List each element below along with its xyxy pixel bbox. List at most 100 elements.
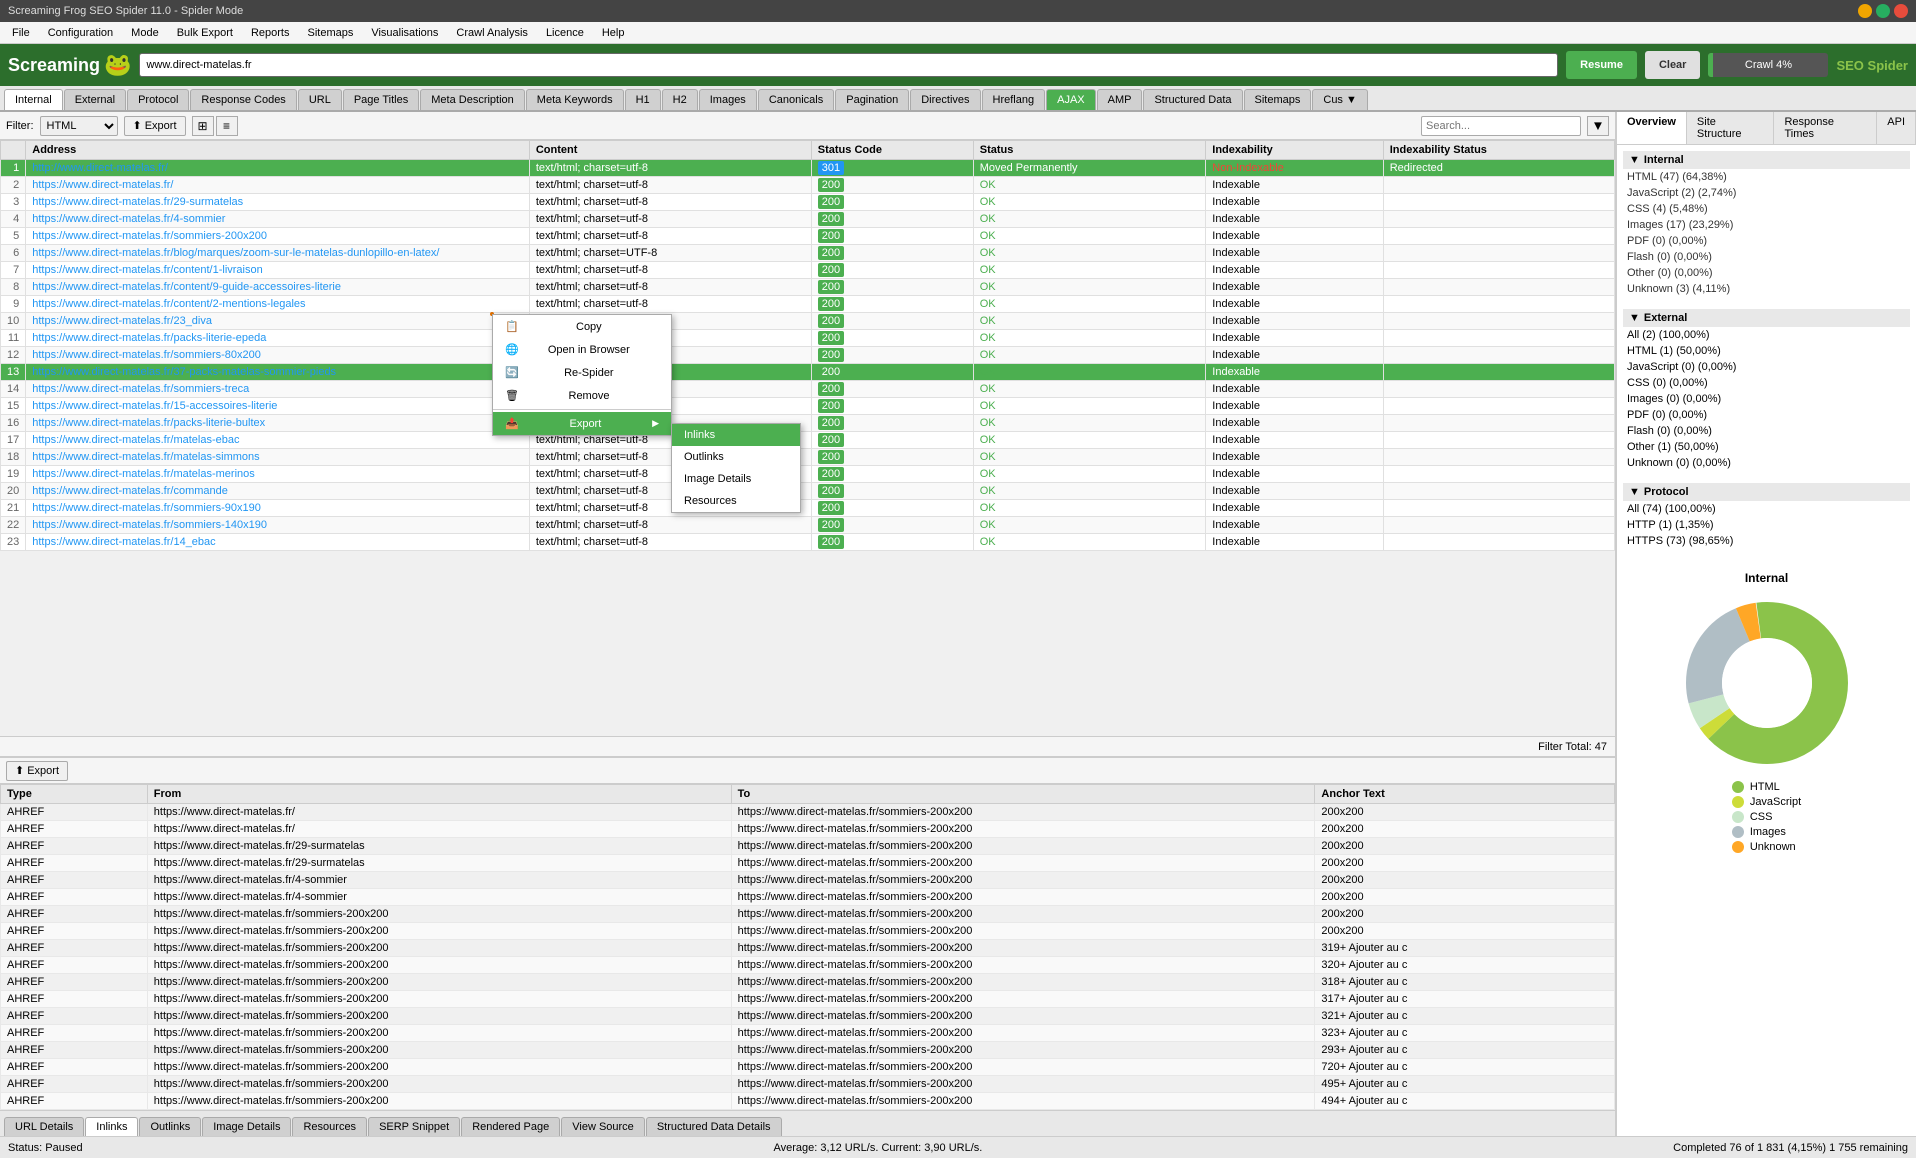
- tab-hreflang[interactable]: Hreflang: [982, 89, 1046, 110]
- address-link[interactable]: https://www.direct-matelas.fr/37-packs-m…: [32, 366, 336, 378]
- bottom-table-row[interactable]: AHREF https://www.direct-matelas.fr/somm…: [1, 1059, 1615, 1076]
- tab-internal[interactable]: Internal: [4, 89, 63, 112]
- tab-view-source[interactable]: View Source: [561, 1117, 645, 1136]
- tab-inlinks[interactable]: Inlinks: [85, 1117, 138, 1136]
- address-link[interactable]: https://www.direct-matelas.fr/23_diva: [32, 315, 212, 327]
- maximize-button[interactable]: [1876, 4, 1890, 18]
- table-row[interactable]: 11 https://www.direct-matelas.fr/packs-l…: [1, 330, 1615, 347]
- tab-sitemaps[interactable]: Sitemaps: [1244, 89, 1312, 110]
- address-link[interactable]: https://www.direct-matelas.fr/matelas-me…: [32, 468, 255, 480]
- menu-crawl-analysis[interactable]: Crawl Analysis: [448, 25, 536, 41]
- ext-all[interactable]: All (2) (100,00%): [1623, 327, 1910, 343]
- address-link[interactable]: https://www.direct-matelas.fr/15-accesso…: [32, 400, 277, 412]
- tab-meta-description[interactable]: Meta Description: [420, 89, 525, 110]
- address-link[interactable]: https://www.direct-matelas.fr/sommiers-8…: [32, 349, 261, 361]
- submenu-resources[interactable]: Resources: [672, 490, 800, 512]
- right-tab-overview[interactable]: Overview: [1617, 112, 1687, 144]
- proto-http[interactable]: HTTP (1) (1,35%): [1623, 517, 1910, 533]
- bottom-table-row[interactable]: AHREF https://www.direct-matelas.fr/4-so…: [1, 889, 1615, 906]
- context-re-spider[interactable]: 🔄 Re-Spider: [493, 361, 671, 384]
- address-link[interactable]: https://www.direct-matelas.fr/: [32, 179, 173, 191]
- tab-h1[interactable]: H1: [625, 89, 661, 110]
- tab-url[interactable]: URL: [298, 89, 342, 110]
- ext-html[interactable]: HTML (1) (50,00%): [1623, 343, 1910, 359]
- table-row[interactable]: 3 https://www.direct-matelas.fr/29-surma…: [1, 194, 1615, 211]
- tab-image-details[interactable]: Image Details: [202, 1117, 291, 1136]
- grid-view-button[interactable]: ⊞: [192, 116, 214, 136]
- url-input[interactable]: [139, 53, 1558, 77]
- clear-button[interactable]: Clear: [1645, 51, 1701, 79]
- tab-h2[interactable]: H2: [662, 89, 698, 110]
- table-row[interactable]: 1 http://www.direct-matelas.fr/ text/htm…: [1, 160, 1615, 177]
- tab-response-codes[interactable]: Response Codes: [190, 89, 296, 110]
- submenu-outlinks[interactable]: Outlinks: [672, 446, 800, 468]
- overview-item-images[interactable]: Images (17) (23,29%): [1623, 217, 1910, 233]
- context-copy[interactable]: 📋 Copy: [493, 315, 671, 338]
- address-link[interactable]: https://www.direct-matelas.fr/29-surmate…: [32, 196, 243, 208]
- menu-mode[interactable]: Mode: [123, 25, 167, 41]
- tab-resources[interactable]: Resources: [292, 1117, 367, 1136]
- address-link[interactable]: https://www.direct-matelas.fr/sommiers-1…: [32, 519, 267, 531]
- close-button[interactable]: [1894, 4, 1908, 18]
- search-input[interactable]: [1421, 116, 1581, 136]
- bottom-table-row[interactable]: AHREF https://www.direct-matelas.fr/somm…: [1, 923, 1615, 940]
- table-row[interactable]: 16 https://www.direct-matelas.fr/packs-l…: [1, 415, 1615, 432]
- address-link[interactable]: https://www.direct-matelas.fr/packs-lite…: [32, 332, 266, 344]
- external-section-header[interactable]: ▼ External: [1623, 309, 1910, 327]
- address-link[interactable]: https://www.direct-matelas.fr/sommiers-9…: [32, 502, 261, 514]
- address-link[interactable]: http://www.direct-matelas.fr/: [32, 162, 168, 174]
- table-row[interactable]: 13 https://www.direct-matelas.fr/37-pack…: [1, 364, 1615, 381]
- bottom-table-row[interactable]: AHREF https://www.direct-matelas.fr/somm…: [1, 1042, 1615, 1059]
- table-row[interactable]: 8 https://www.direct-matelas.fr/content/…: [1, 279, 1615, 296]
- ext-other[interactable]: Other (1) (50,00%): [1623, 439, 1910, 455]
- menu-help[interactable]: Help: [594, 25, 633, 41]
- table-row[interactable]: 7 https://www.direct-matelas.fr/content/…: [1, 262, 1615, 279]
- menu-bulk-export[interactable]: Bulk Export: [169, 25, 241, 41]
- bottom-table-row[interactable]: AHREF https://www.direct-matelas.fr/29-s…: [1, 838, 1615, 855]
- table-row[interactable]: 5 https://www.direct-matelas.fr/sommiers…: [1, 228, 1615, 245]
- tab-directives[interactable]: Directives: [910, 89, 980, 110]
- overview-item-js[interactable]: JavaScript (2) (2,74%): [1623, 185, 1910, 201]
- table-row[interactable]: 14 https://www.direct-matelas.fr/sommier…: [1, 381, 1615, 398]
- bottom-table-row[interactable]: AHREF https://www.direct-matelas.fr/somm…: [1, 1025, 1615, 1042]
- bottom-table-row[interactable]: AHREF https://www.direct-matelas.fr/somm…: [1, 974, 1615, 991]
- context-open-browser[interactable]: 🌐 Open in Browser: [493, 338, 671, 361]
- bottom-table-row[interactable]: AHREF https://www.direct-matelas.fr/somm…: [1, 991, 1615, 1008]
- ext-pdf[interactable]: PDF (0) (0,00%): [1623, 407, 1910, 423]
- tab-external[interactable]: External: [64, 89, 126, 110]
- menu-reports[interactable]: Reports: [243, 25, 298, 41]
- table-row[interactable]: 2 https://www.direct-matelas.fr/ text/ht…: [1, 177, 1615, 194]
- table-row[interactable]: 20 https://www.direct-matelas.fr/command…: [1, 483, 1615, 500]
- address-link[interactable]: https://www.direct-matelas.fr/4-sommier: [32, 213, 225, 225]
- bottom-table-row[interactable]: AHREF https://www.direct-matelas.fr/29-s…: [1, 855, 1615, 872]
- address-link[interactable]: https://www.direct-matelas.fr/matelas-si…: [32, 451, 259, 463]
- ext-images[interactable]: Images (0) (0,00%): [1623, 391, 1910, 407]
- menu-file[interactable]: File: [4, 25, 38, 41]
- search-dropdown-button[interactable]: ▼: [1587, 116, 1609, 136]
- bottom-export-button[interactable]: ⬆ Export: [6, 761, 68, 781]
- context-export[interactable]: 📤 Export ▶: [493, 412, 671, 435]
- tab-rendered-page[interactable]: Rendered Page: [461, 1117, 560, 1136]
- tab-protocol[interactable]: Protocol: [127, 89, 189, 110]
- proto-all[interactable]: All (74) (100,00%): [1623, 501, 1910, 517]
- filter-select[interactable]: HTML All JavaScript CSS Images PDF: [40, 116, 118, 136]
- overview-item-html[interactable]: HTML (47) (64,38%): [1623, 169, 1910, 185]
- address-link[interactable]: https://www.direct-matelas.fr/sommiers-t…: [32, 383, 249, 395]
- menu-licence[interactable]: Licence: [538, 25, 592, 41]
- minimize-button[interactable]: [1858, 4, 1872, 18]
- table-row[interactable]: 19 https://www.direct-matelas.fr/matelas…: [1, 466, 1615, 483]
- address-link[interactable]: https://www.direct-matelas.fr/commande: [32, 485, 228, 497]
- proto-https[interactable]: HTTPS (73) (98,65%): [1623, 533, 1910, 549]
- tab-pagination[interactable]: Pagination: [835, 89, 909, 110]
- table-row[interactable]: 17 https://www.direct-matelas.fr/matelas…: [1, 432, 1615, 449]
- bottom-table-row[interactable]: AHREF https://www.direct-matelas.fr/somm…: [1, 940, 1615, 957]
- address-link[interactable]: https://www.direct-matelas.fr/14_ebac: [32, 536, 215, 548]
- ext-flash[interactable]: Flash (0) (0,00%): [1623, 423, 1910, 439]
- bottom-table-row[interactable]: AHREF https://www.direct-matelas.fr/somm…: [1, 1076, 1615, 1093]
- address-link[interactable]: https://www.direct-matelas.fr/content/2-…: [32, 298, 305, 310]
- export-button[interactable]: ⬆ Export: [124, 116, 186, 136]
- right-tab-response-times[interactable]: Response Times: [1774, 112, 1877, 144]
- address-link[interactable]: https://www.direct-matelas.fr/blog/marqu…: [32, 247, 439, 259]
- table-row[interactable]: 15 https://www.direct-matelas.fr/15-acce…: [1, 398, 1615, 415]
- table-row[interactable]: 6 https://www.direct-matelas.fr/blog/mar…: [1, 245, 1615, 262]
